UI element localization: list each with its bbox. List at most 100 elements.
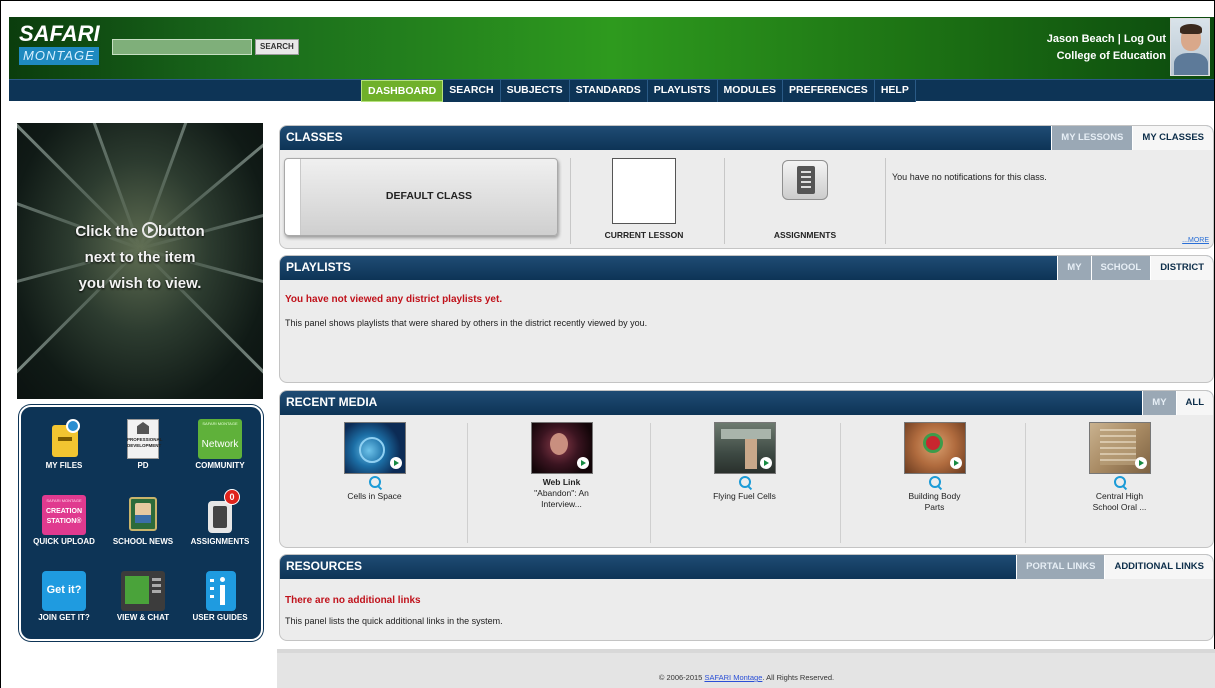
media-title-line: "Abandon": An xyxy=(534,488,589,498)
media-title-line: School Oral ... xyxy=(1092,502,1147,512)
tool-label: ASSIGNMENTS xyxy=(190,537,250,546)
tool-school-news[interactable]: SCHOOL NEWS xyxy=(108,495,178,546)
play-icon xyxy=(949,457,962,469)
nav-help[interactable]: HELP xyxy=(875,80,916,102)
recent-media-panel-header: RECENT MEDIA MY ALL xyxy=(280,391,1213,415)
classes-panel: CLASSES MY LESSONS MY CLASSES DEFAULT CL… xyxy=(279,125,1214,249)
creation-icon-text-1: SAFARI MONTAGE xyxy=(46,498,82,503)
organization-name: College of Education xyxy=(1056,50,1166,62)
tab-my[interactable]: MY xyxy=(1142,391,1176,415)
media-item[interactable]: Cells in Space xyxy=(282,422,467,547)
more-link[interactable]: ...MORE xyxy=(1182,237,1209,244)
classes-panel-header: CLASSES MY LESSONS MY CLASSES xyxy=(280,126,1213,150)
media-thumbnail[interactable] xyxy=(903,422,966,474)
tool-label: COMMUNITY xyxy=(195,461,245,470)
safari-montage-link[interactable]: SAFARI Montage xyxy=(704,673,762,682)
nav-standards[interactable]: STANDARDS xyxy=(570,80,648,102)
tool-quick-upload[interactable]: SAFARI MONTAGE CREATION STATION® QUICK U… xyxy=(29,495,99,546)
media-title-line: Flying Fuel Cells xyxy=(713,491,776,501)
get-it-icon-text: Get it? xyxy=(46,584,82,596)
nav-playlists[interactable]: PLAYLISTS xyxy=(648,80,718,102)
user-guides-icon xyxy=(202,571,238,611)
logout-link[interactable]: Log Out xyxy=(1124,33,1166,45)
media-thumbnail[interactable] xyxy=(343,422,406,474)
nav-subjects[interactable]: SUBJECTS xyxy=(501,80,570,102)
tab-my[interactable]: MY xyxy=(1057,256,1091,280)
hero-banner: Click the button next to the item you wi… xyxy=(17,123,263,399)
community-icon-text-1: SAFARI MONTAGE xyxy=(202,421,238,426)
play-icon xyxy=(576,457,589,469)
user-info: Jason Beach | Log Out College of Educati… xyxy=(1047,31,1166,65)
footer: © 2006-2015 SAFARI Montage. All Rights R… xyxy=(277,649,1215,688)
tool-assignments[interactable]: 0 ASSIGNMENTS xyxy=(185,489,255,546)
hero-instructions: Click the button next to the item you wi… xyxy=(17,219,263,297)
tool-pd[interactable]: PROFESSIONAL DEVELOPMENT PD xyxy=(108,419,178,470)
tab-district[interactable]: DISTRICT xyxy=(1150,256,1213,280)
school-news-icon xyxy=(125,495,161,535)
main-nav: DASHBOARD SEARCH SUBJECTS STANDARDS PLAY… xyxy=(361,80,916,102)
play-icon xyxy=(1134,457,1147,469)
default-class-label: DEFAULT CLASS xyxy=(385,190,473,202)
tool-community[interactable]: SAFARI MONTAGE Network COMMUNITY xyxy=(185,419,255,470)
view-chat-icon xyxy=(121,571,165,611)
quick-tools-panel: MY FILES PROFESSIONAL DEVELOPMENT PD SAF… xyxy=(19,405,263,641)
class-notifications-text: You have no notifications for this class… xyxy=(892,172,1047,182)
user-separator: | xyxy=(1117,33,1121,45)
tool-view-chat[interactable]: VIEW & CHAT xyxy=(108,571,178,622)
media-title-line: Parts xyxy=(924,502,945,512)
media-thumbnail[interactable] xyxy=(713,422,776,474)
default-class-button[interactable]: DEFAULT CLASS xyxy=(284,158,558,236)
resources-empty-message: There are no additional links xyxy=(285,595,421,606)
media-title: Central High School Oral ... xyxy=(1027,491,1212,513)
preview-icon[interactable] xyxy=(738,476,751,488)
tool-label: VIEW & CHAT xyxy=(116,613,170,622)
recent-media-tabs: MY ALL xyxy=(1142,391,1213,415)
tab-school[interactable]: SCHOOL xyxy=(1090,256,1151,280)
media-item[interactable]: Web Link "Abandon": An Interview... xyxy=(469,422,654,547)
hero-line3: you wish to view. xyxy=(78,275,202,292)
pd-icon-text-1: PROFESSIONAL xyxy=(127,437,163,442)
media-thumbnail[interactable] xyxy=(530,422,593,474)
preview-icon[interactable] xyxy=(1113,476,1126,488)
playlists-title: PLAYLISTS xyxy=(286,260,351,274)
community-icon-text-2: Network xyxy=(201,439,239,450)
nav-dashboard[interactable]: DASHBOARD xyxy=(361,80,444,102)
tab-my-classes[interactable]: MY CLASSES xyxy=(1132,126,1213,150)
tool-label: QUICK UPLOAD xyxy=(33,537,95,546)
logo-line-1: SAFARI xyxy=(19,21,100,46)
tab-additional-links[interactable]: ADDITIONAL LINKS xyxy=(1104,555,1213,579)
tab-all[interactable]: ALL xyxy=(1175,391,1213,415)
preview-icon[interactable] xyxy=(928,476,941,488)
tool-label: MY FILES xyxy=(45,461,83,470)
current-lesson-thumbnail[interactable] xyxy=(612,158,676,224)
tool-join-get-it[interactable]: Get it? JOIN GET IT? xyxy=(29,571,99,622)
recent-media-panel: RECENT MEDIA MY ALL Cells in Space Web L… xyxy=(279,390,1214,548)
hero-line2: next to the item xyxy=(84,249,196,266)
nav-preferences[interactable]: PREFERENCES xyxy=(783,80,875,102)
media-item[interactable]: Central High School Oral ... xyxy=(1027,422,1212,547)
safari-montage-logo[interactable]: SAFARI MONTAGE xyxy=(19,21,100,73)
tab-my-lessons[interactable]: MY LESSONS xyxy=(1051,126,1133,150)
search-input[interactable] xyxy=(112,39,252,55)
search-button[interactable]: SEARCH xyxy=(255,39,299,55)
preview-icon[interactable] xyxy=(368,476,381,488)
get-it-icon: Get it? xyxy=(42,571,86,611)
logo-line-2: MONTAGE xyxy=(19,47,99,65)
nav-modules[interactable]: MODULES xyxy=(718,80,784,102)
nav-search[interactable]: SEARCH xyxy=(443,80,501,102)
assignments-count-badge: 0 xyxy=(224,489,240,505)
media-item[interactable]: Flying Fuel Cells xyxy=(652,422,837,547)
avatar[interactable] xyxy=(1170,18,1210,76)
media-title: Cells in Space xyxy=(282,491,467,502)
tool-user-guides[interactable]: USER GUIDES xyxy=(185,571,255,622)
media-type-label: Web Link xyxy=(542,477,581,487)
tab-portal-links[interactable]: PORTAL LINKS xyxy=(1016,555,1105,579)
copyright-suffix: . All Rights Reserved. xyxy=(762,673,835,682)
assignments-icon[interactable] xyxy=(782,160,828,200)
media-item[interactable]: Building Body Parts xyxy=(842,422,1027,547)
classes-tabs: MY LESSONS MY CLASSES xyxy=(1051,126,1213,150)
tool-my-files[interactable]: MY FILES xyxy=(29,419,99,470)
network-icon: SAFARI MONTAGE Network xyxy=(198,419,242,459)
folder-lock-icon xyxy=(46,419,82,459)
media-thumbnail[interactable] xyxy=(1088,422,1151,474)
